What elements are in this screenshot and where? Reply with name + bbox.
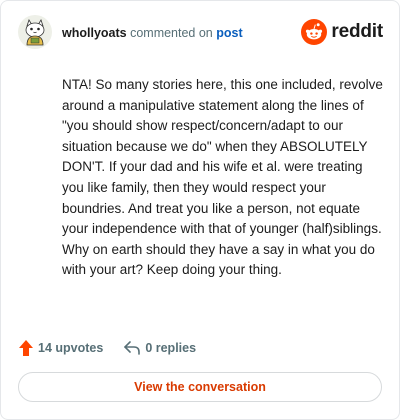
username[interactable]: whollyoats	[62, 26, 127, 40]
view-conversation-button[interactable]: View the conversation	[18, 372, 382, 402]
reddit-brand[interactable]: reddit	[301, 19, 383, 45]
comment-body: NTA! So many stories here, this one incl…	[62, 77, 383, 278]
reddit-logo-icon	[301, 19, 328, 45]
reply-count: 0 replies	[145, 341, 197, 355]
comment-actions: 14 upvotes 0 replies	[18, 337, 196, 359]
avatar[interactable]	[18, 15, 52, 49]
avatar-icon	[18, 15, 52, 49]
upvote-count: 14 upvotes	[38, 341, 104, 355]
reply-button[interactable]: 0 replies	[123, 340, 196, 356]
comment-card: whollyoats commented on post reddit NTA!…	[0, 0, 400, 420]
upvote-arrow-icon	[19, 340, 33, 356]
comment-meta: whollyoats commented on post	[62, 26, 243, 40]
reply-arrow-icon	[124, 341, 141, 355]
upvote-button[interactable]: 14 upvotes	[18, 339, 103, 357]
post-link[interactable]: post	[216, 26, 242, 40]
reddit-wordmark: reddit	[331, 21, 383, 42]
comment-header: whollyoats commented on post reddit	[18, 15, 383, 55]
commented-on-label: commented on	[130, 26, 213, 40]
